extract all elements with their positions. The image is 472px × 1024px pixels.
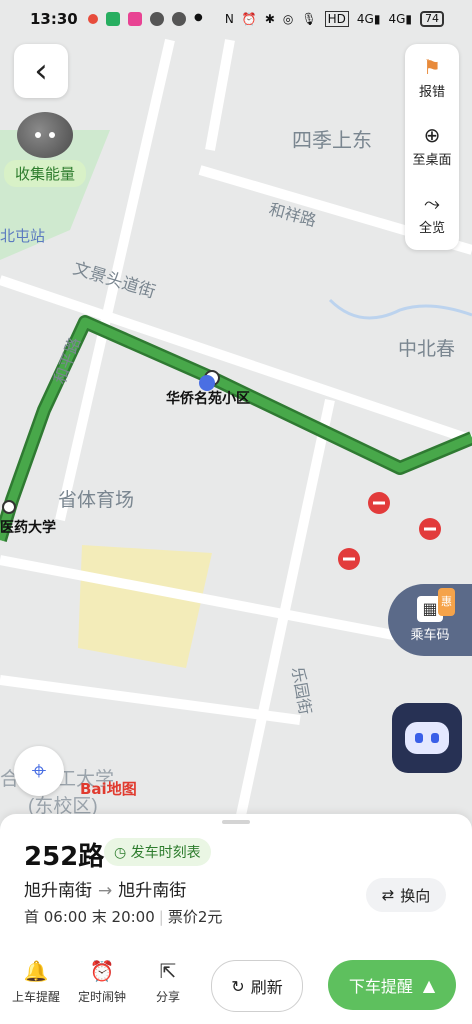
map-stop-label: 医药大学 [0, 519, 56, 535]
swap-icon: ⇄ [381, 886, 395, 904]
bell-icon: 🔔 [23, 959, 49, 983]
service-hours: 首 06:00 末 20:00 [24, 908, 155, 926]
map-label-area: 中北春 [398, 338, 455, 360]
service-info: 首 06:00 末 20:00 | 票价2元 [24, 908, 223, 926]
message-icon [106, 12, 120, 26]
route-number: 252路 [24, 842, 105, 872]
qr-code-icon: ▦ 惠 [417, 588, 455, 622]
wechat-icon [150, 12, 164, 26]
mic-icon: 🎙 [301, 12, 317, 26]
map-label-station: 北屯站 [0, 228, 45, 245]
locate-button[interactable]: ⌖ [14, 746, 64, 796]
share-icon: ⇱ [159, 959, 177, 983]
app-icon [128, 12, 142, 26]
ride-code-label: 乘车码 [410, 628, 450, 643]
report-button[interactable]: ⚑ 报错 [405, 44, 459, 112]
origin-stop: 旭升南街 [24, 881, 92, 901]
map-label-district: 四季上东 [292, 129, 372, 152]
robot-icon [405, 722, 449, 754]
signal-icon-2: 4G▮ [388, 12, 412, 26]
hd-icon: HD [324, 11, 349, 27]
alight-alert-button[interactable]: 下车提醒 ▲ [328, 960, 456, 1010]
location-pin-icon: ◎ [282, 12, 294, 26]
ride-code-button[interactable]: ▦ 惠 乘车码 [388, 584, 472, 656]
refresh-icon: ↻ [231, 976, 245, 996]
alarm-button[interactable]: ⏰ 定时闹钟 [78, 958, 126, 1005]
refresh-button[interactable]: ↻ 刷新 [211, 960, 303, 1012]
nfc-icon: N [224, 12, 234, 26]
baidu-logo: Bai地图 [80, 780, 137, 798]
share-button[interactable]: ⇱ 分享 [156, 958, 180, 1005]
notification-icons: ● [88, 12, 203, 26]
crosshair-icon: ⌖ [31, 755, 47, 786]
fare: 票价2元 [167, 908, 223, 926]
overview-button[interactable]: ⤳ 全览 [405, 180, 459, 248]
arrow-right-icon: → [98, 881, 113, 901]
route-overview-icon: ⤳ [424, 191, 440, 215]
clock-icon: ◷ [114, 845, 127, 861]
assistant-robot-button[interactable] [392, 703, 462, 773]
add-to-desktop-icon: ⊕ [423, 123, 441, 147]
terminal-stop: 旭升南街 [118, 881, 187, 901]
action-bar: 🔔 上车提醒 ⏰ 定时闹钟 ⇱ 分享 ↻ 刷新 下车提醒 ▲ [0, 948, 472, 1024]
energy-label: 收集能量 [4, 160, 86, 187]
signal-icon: 4G▮ [356, 12, 381, 26]
back-button[interactable]: ‹ [14, 44, 68, 98]
status-time: 13:30 [30, 10, 78, 28]
desktop-button[interactable]: ⊕ 至桌面 [405, 112, 459, 180]
drag-handle[interactable] [222, 820, 250, 824]
map-toolbar: ⚑ 报错 ⊕ 至桌面 ⤳ 全览 [405, 44, 459, 250]
status-bar: 13:30 ● N ⏰ ✱ ◎ 🎙 HD 4G▮ 4G▮ 74 [0, 0, 472, 40]
bluetooth-icon: ✱ [264, 12, 275, 26]
chevron-left-icon: ‹ [34, 51, 48, 91]
mascot-icon [17, 112, 73, 158]
route-direction: 旭升南街 → 旭升南街 [24, 876, 186, 901]
battery-icon: 74 [420, 11, 444, 27]
boarding-alert-button[interactable]: 🔔 上车提醒 [12, 958, 60, 1005]
timetable-button[interactable]: ◷ 发车时刻表 [104, 838, 211, 866]
chat-icon [172, 12, 186, 26]
map-label-area: 省体育场 [58, 489, 134, 511]
map-stop-label: 华侨名苑小区 [166, 390, 250, 406]
alarm-clock-icon: ⏰ [89, 959, 115, 983]
map-view[interactable]: 四季上东 和祥路 北屯站 文景头道街 中北春 华侨名苑小区 和平路 省体育场 医… [0, 0, 472, 820]
report-icon: ⚑ [423, 55, 441, 79]
switch-direction-button[interactable]: ⇄ 换向 [366, 878, 446, 912]
system-icons: N ⏰ ✱ ◎ 🎙 HD 4G▮ 4G▮ 74 [225, 11, 444, 27]
dot-icon: ● [194, 12, 203, 23]
energy-widget[interactable]: 收集能量 [4, 112, 86, 187]
alarm-icon: ⏰ [241, 12, 257, 26]
location-icon [88, 14, 98, 24]
bus-info-panel: 252路 ◷ 发车时刻表 旭升南街 → 旭升南街 首 06:00 末 20:00 | 票… [0, 814, 472, 1024]
navigation-arrow-icon: ▲ [422, 975, 436, 995]
discount-badge: 惠 [438, 588, 455, 616]
